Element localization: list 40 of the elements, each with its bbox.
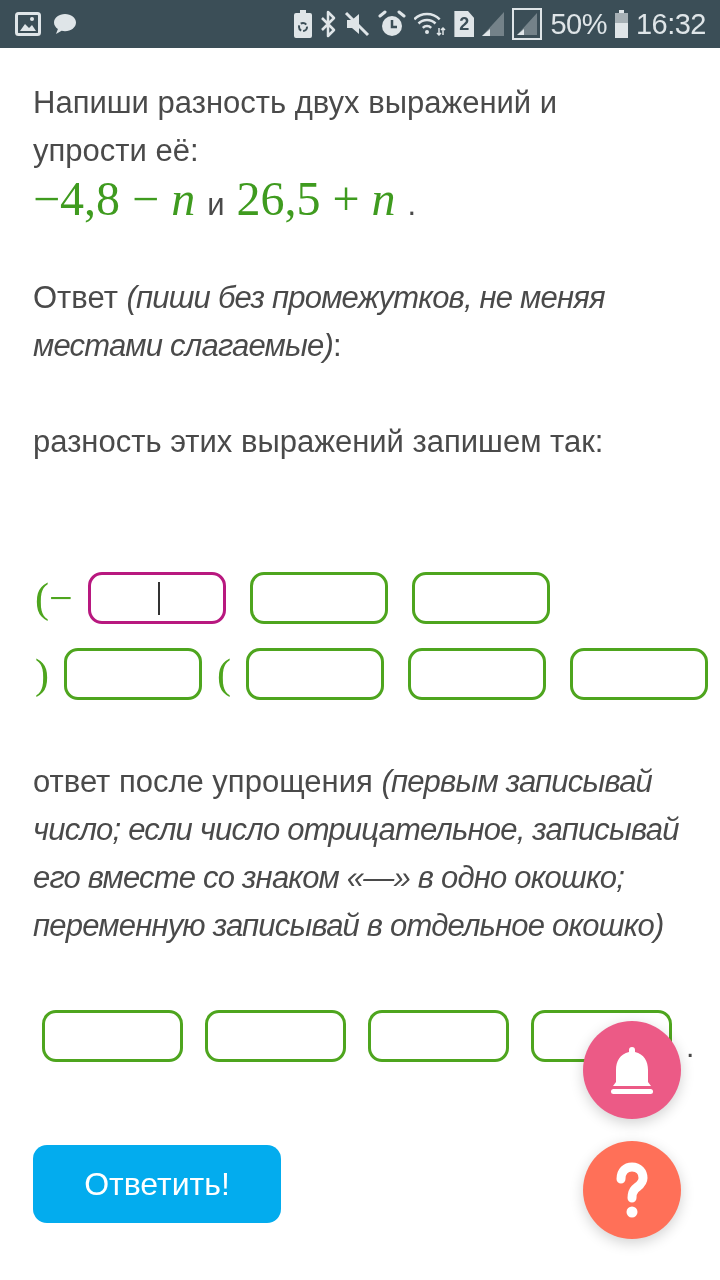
clock-time: 16:32 xyxy=(635,7,706,41)
battery-percent: 50% xyxy=(550,7,607,41)
input-field[interactable] xyxy=(368,1010,509,1062)
bluetooth-icon xyxy=(320,10,337,38)
image-icon xyxy=(15,12,41,36)
input-field[interactable] xyxy=(411,572,550,624)
signal-icon xyxy=(512,8,543,40)
task-prompt: Напиши разность двух выражений и упрости её: xyxy=(33,84,559,170)
alarm-clock-icon xyxy=(378,10,407,38)
input-field[interactable] xyxy=(570,648,708,700)
question-mark-icon xyxy=(614,1162,650,1218)
signal-icon xyxy=(482,12,505,36)
input-field[interactable] xyxy=(64,648,202,700)
notification-button[interactable] xyxy=(583,1021,681,1119)
submit-button[interactable]: Ответить! xyxy=(33,1145,281,1223)
instruction-text: Ответ (пиши без промежутков, не меняя местами слагаемые): xyxy=(33,279,606,365)
mute-icon xyxy=(344,11,371,37)
input-field[interactable] xyxy=(408,648,546,700)
simplified-label: ответ после упрощения (первым записывай число; если число отрицательное, записывай его вместе со знаком «—» в одно окошко; переменную записывай в отдельное окошко) xyxy=(33,763,680,945)
math-expression: 26,5 + n xyxy=(236,175,396,223)
input-field[interactable] xyxy=(205,1010,346,1062)
sim-card-badge: 2 xyxy=(454,11,475,37)
bracket-text: ( xyxy=(217,650,231,699)
battery-saver-icon xyxy=(294,10,313,38)
difference-label: разность этих выражений запишем так: xyxy=(33,423,605,461)
battery-icon xyxy=(614,10,628,38)
input-field[interactable] xyxy=(87,572,226,624)
period-text: . xyxy=(686,1032,695,1062)
input-field[interactable] xyxy=(249,572,388,624)
inline-text: и xyxy=(207,186,225,224)
bracket-text: (− xyxy=(35,574,73,623)
help-button[interactable] xyxy=(583,1141,681,1239)
inline-text: . xyxy=(407,186,417,224)
bracket-text: ) xyxy=(35,650,49,699)
wifi-icon xyxy=(414,11,447,37)
math-expression: −4,8 − n xyxy=(33,175,196,223)
input-field[interactable] xyxy=(42,1010,183,1062)
input-field[interactable] xyxy=(246,648,384,700)
bell-icon xyxy=(609,1045,655,1095)
chat-bubble-icon xyxy=(53,13,77,35)
